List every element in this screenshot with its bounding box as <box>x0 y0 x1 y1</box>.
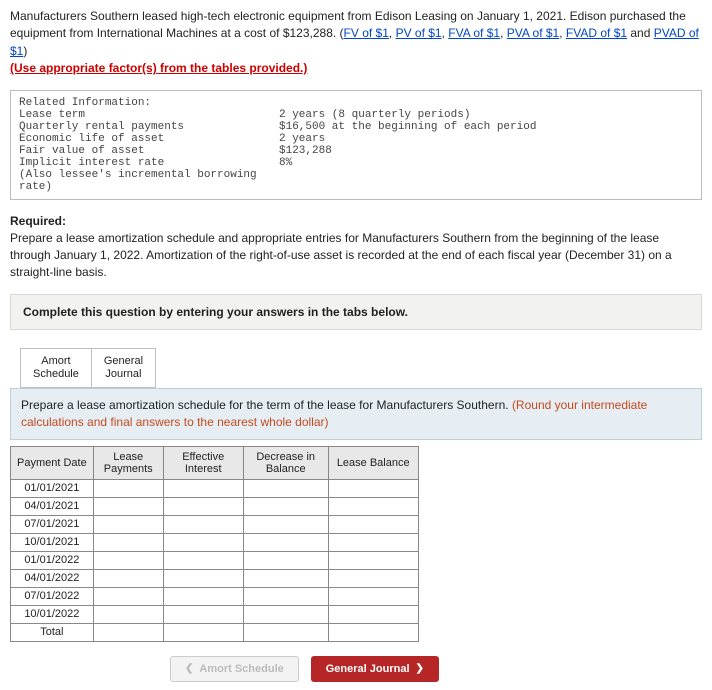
problem-intro: Manufacturers Southern leased high-tech … <box>10 8 702 78</box>
input-cell[interactable] <box>243 587 328 605</box>
input-cell[interactable] <box>163 569 243 587</box>
input-cell[interactable] <box>93 569 163 587</box>
date-cell: 10/01/2022 <box>11 605 94 623</box>
input-cell[interactable] <box>328 479 418 497</box>
date-cell: Total <box>11 623 94 641</box>
link-pva[interactable]: PVA of $1 <box>507 26 559 40</box>
input-cell[interactable] <box>243 623 328 641</box>
input-cell[interactable] <box>328 497 418 515</box>
input-cell[interactable] <box>93 551 163 569</box>
input-cell[interactable] <box>163 479 243 497</box>
col-header-decrease-balance: Decrease in Balance <box>243 446 328 479</box>
date-cell: 01/01/2022 <box>11 551 94 569</box>
input-cell[interactable] <box>243 551 328 569</box>
input-cell[interactable] <box>93 515 163 533</box>
chevron-left-icon: ❮ <box>185 663 193 674</box>
input-cell[interactable] <box>163 587 243 605</box>
input-cell[interactable] <box>93 479 163 497</box>
input-cell[interactable] <box>243 533 328 551</box>
input-cell[interactable] <box>243 479 328 497</box>
tab-general-journal[interactable]: GeneralJournal <box>92 348 156 388</box>
tabs: AmortSchedule GeneralJournal <box>20 348 702 388</box>
col-header-lease-balance: Lease Balance <box>328 446 418 479</box>
info-value: 2 years (8 quarterly periods) <box>279 109 470 121</box>
input-cell[interactable] <box>93 533 163 551</box>
info-label: Quarterly rental payments <box>19 121 279 133</box>
input-cell[interactable] <box>163 497 243 515</box>
table-row: 04/01/2022 <box>11 569 419 587</box>
table-row: 07/01/2021 <box>11 515 419 533</box>
info-label: Fair value of asset <box>19 145 279 157</box>
prev-button[interactable]: ❮ Amort Schedule <box>170 656 299 682</box>
col-header-effective-interest: Effective Interest <box>163 446 243 479</box>
info-label: Implicit interest rate <box>19 157 279 169</box>
table-row: 07/01/2022 <box>11 587 419 605</box>
input-cell[interactable] <box>163 605 243 623</box>
link-fva[interactable]: FVA of $1 <box>448 26 500 40</box>
table-row-total: Total <box>11 623 419 641</box>
link-fv[interactable]: FV of $1 <box>344 26 389 40</box>
input-cell[interactable] <box>328 623 418 641</box>
input-cell[interactable] <box>328 551 418 569</box>
tab-amort-schedule[interactable]: AmortSchedule <box>20 348 92 388</box>
prompt-box: Complete this question by entering your … <box>10 294 702 330</box>
nav-buttons: ❮ Amort Schedule General Journal ❯ <box>170 656 702 682</box>
input-cell[interactable] <box>163 533 243 551</box>
next-button[interactable]: General Journal ❯ <box>311 656 439 682</box>
input-cell[interactable] <box>93 623 163 641</box>
col-header-lease-payments: Lease Payments <box>93 446 163 479</box>
date-cell: 04/01/2022 <box>11 569 94 587</box>
date-cell: 07/01/2022 <box>11 587 94 605</box>
input-cell[interactable] <box>163 623 243 641</box>
input-cell[interactable] <box>328 605 418 623</box>
info-heading: Related Information: <box>19 97 693 109</box>
date-cell: 10/01/2021 <box>11 533 94 551</box>
input-cell[interactable] <box>93 605 163 623</box>
input-cell[interactable] <box>328 533 418 551</box>
date-cell: 01/01/2021 <box>11 479 94 497</box>
link-pv[interactable]: PV of $1 <box>396 26 442 40</box>
table-row: 10/01/2021 <box>11 533 419 551</box>
info-label: Economic life of asset <box>19 133 279 145</box>
table-row: 10/01/2022 <box>11 605 419 623</box>
table-row: 01/01/2021 <box>11 479 419 497</box>
table-row: 01/01/2022 <box>11 551 419 569</box>
input-cell[interactable] <box>163 515 243 533</box>
info-label: (Also lessee's incremental borrowing rat… <box>19 169 279 193</box>
instruction-box: Prepare a lease amortization schedule fo… <box>10 388 702 440</box>
input-cell[interactable] <box>243 515 328 533</box>
input-cell[interactable] <box>93 587 163 605</box>
link-fvad[interactable]: FVAD of $1 <box>566 26 627 40</box>
table-row: 04/01/2021 <box>11 497 419 515</box>
instruction-text: Prepare a lease amortization schedule fo… <box>21 398 512 412</box>
date-cell: 07/01/2021 <box>11 515 94 533</box>
input-cell[interactable] <box>93 497 163 515</box>
col-header-date: Payment Date <box>11 446 94 479</box>
required-body: Prepare a lease amortization schedule an… <box>10 230 702 282</box>
related-info-box: Related Information: Lease term2 years (… <box>10 90 702 200</box>
info-label: Lease term <box>19 109 279 121</box>
input-cell[interactable] <box>243 605 328 623</box>
input-cell[interactable] <box>328 569 418 587</box>
info-value: 8% <box>279 157 292 169</box>
input-cell[interactable] <box>243 497 328 515</box>
info-value: $16,500 at the beginning of each period <box>279 121 536 133</box>
intro-note: (Use appropriate factor(s) from the tabl… <box>10 60 702 77</box>
input-cell[interactable] <box>328 515 418 533</box>
input-cell[interactable] <box>328 587 418 605</box>
chevron-right-icon: ❯ <box>416 663 424 674</box>
required-heading: Required: <box>10 214 702 228</box>
input-cell[interactable] <box>243 569 328 587</box>
info-value: 2 years <box>279 133 325 145</box>
info-value: $123,288 <box>279 145 332 157</box>
input-cell[interactable] <box>163 551 243 569</box>
date-cell: 04/01/2021 <box>11 497 94 515</box>
